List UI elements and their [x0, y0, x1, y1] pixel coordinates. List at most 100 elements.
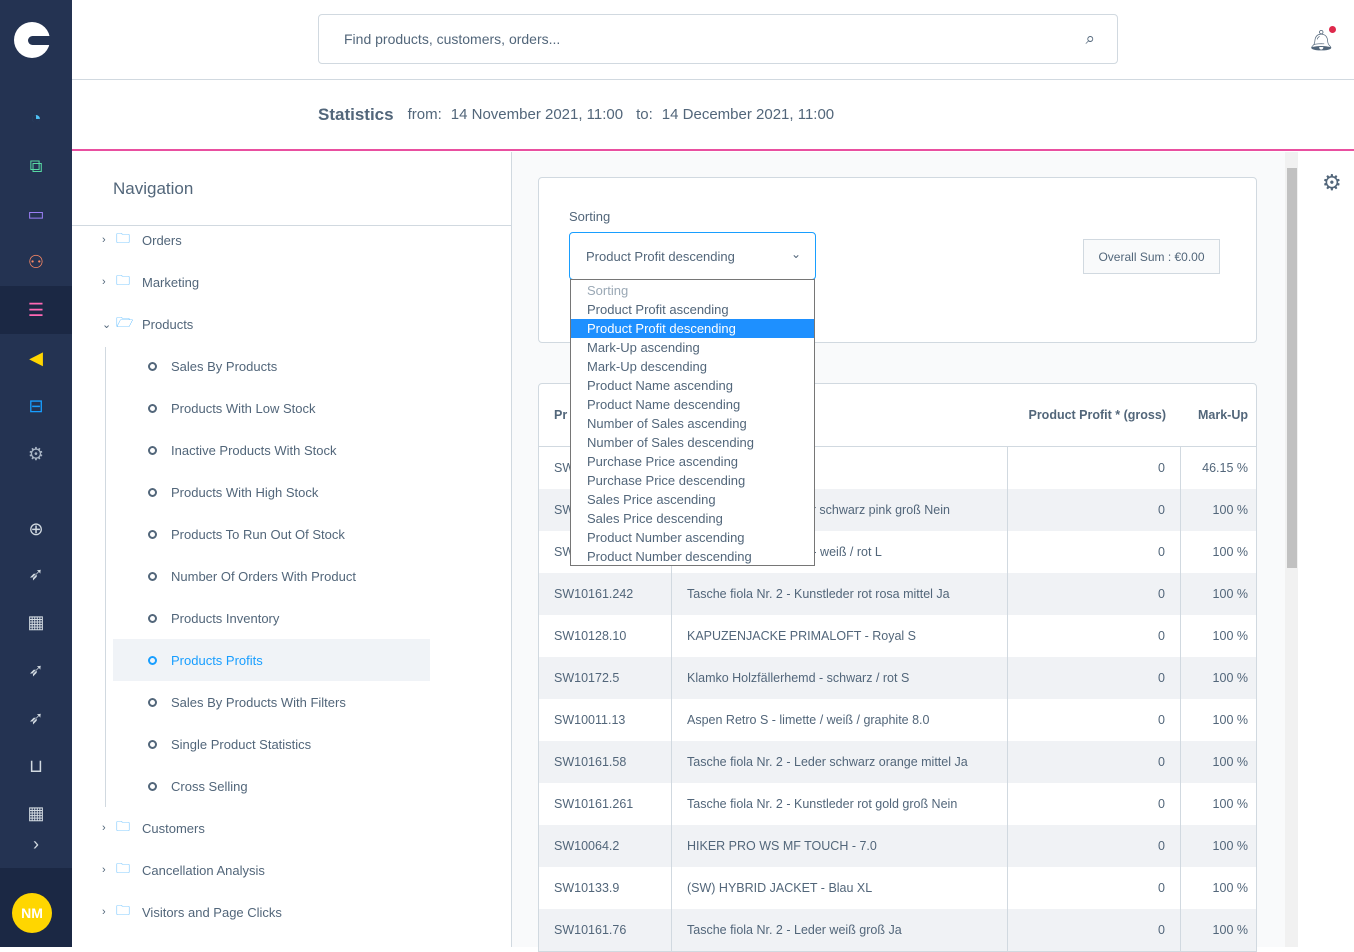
expand-icon[interactable]: › — [0, 826, 72, 862]
nav-subitem[interactable]: Cross Selling — [113, 765, 430, 807]
sorting-option[interactable]: Number of Sales descending — [571, 433, 814, 452]
cell-product-number: SW10133.9 — [539, 867, 672, 909]
cell-mark-up: 100 % — [1212, 839, 1248, 853]
notification-bell-icon[interactable]: 🔔︎ — [1309, 26, 1337, 53]
scrollbar-thumb[interactable] — [1287, 168, 1297, 568]
table-row[interactable]: SW10161.76 Tasche fiola Nr. 2 - Leder wei… — [539, 909, 1256, 951]
table-row[interactable]: SW10161.58 Tasche fiola Nr. 2 - Leder sch… — [539, 741, 1256, 783]
folder-icon: 🗀 — [116, 230, 130, 246]
nav-marketing[interactable]: › 🗀 Marketing — [102, 261, 199, 303]
statistics-header: Statistics from: 14 November 2021, 11:00… — [72, 80, 1354, 151]
nav-products[interactable]: ⌄ 🗁 Products — [102, 303, 193, 345]
nav-subitem[interactable]: Products With Low Stock — [113, 387, 430, 429]
sidebar: ◔ ⧉ ▭ ⚇ ☰ ◀ ⊟ ⚙ ⊕ ➶ ▦ ➶ ➶ ⊔ ▦ › NM — [0, 0, 72, 947]
scrollbar[interactable] — [1285, 152, 1298, 947]
sorting-value: Product Profit descending — [586, 248, 735, 264]
sorting-option[interactable]: Number of Sales ascending — [571, 414, 814, 433]
cell-product-profit: 0 — [1008, 531, 1181, 573]
table-row[interactable]: SW10133.9 (SW) HYBRID JACKET - Blau XL 0 10… — [539, 867, 1256, 909]
settings-icon[interactable]: ⚙ — [0, 436, 72, 472]
avatar[interactable]: NM — [12, 893, 52, 933]
cell-product-name: KAPUZENJACKE PRIMALOFT - Royal S — [672, 615, 1008, 657]
sorting-option[interactable]: Mark-Up ascending — [571, 338, 814, 357]
nav-subitem[interactable]: Sales By Products With Filters — [113, 681, 430, 723]
content-icon[interactable]: ☰ — [0, 286, 72, 334]
navigation-title: Navigation — [113, 179, 194, 198]
cell-product-name: (SW) HYBRID JACKET - Blau XL — [672, 867, 1008, 909]
extensions-icon[interactable]: ⊟ — [0, 388, 72, 424]
sorting-option[interactable]: Product Profit ascending — [571, 300, 814, 319]
cell-product-number: SW10161.242 — [539, 573, 672, 615]
sorting-dropdown[interactable]: Sorting Product Profit ascending Product P… — [570, 279, 815, 566]
tree-line — [105, 347, 106, 807]
nav-orders[interactable]: › 🗀 Orders — [102, 219, 182, 261]
search-input[interactable]: Find products, customers, orders... ⌕ — [318, 14, 1118, 64]
nav-subitem-label: Inactive Products With Stock — [171, 442, 337, 458]
sorting-option[interactable]: Sales Price descending — [571, 509, 814, 528]
nav-subitem-label: Cross Selling — [171, 778, 248, 794]
cell-mark-up: 100 % — [1212, 797, 1248, 811]
nav-subitem[interactable]: Products Inventory — [113, 597, 430, 639]
add-icon[interactable]: ⊕ — [0, 511, 72, 547]
nav-subitem[interactable]: Sales By Products — [113, 345, 430, 387]
nav-subitem[interactable]: Number Of Orders With Product — [113, 555, 430, 597]
marketing-icon[interactable]: ◀ — [0, 340, 72, 376]
nav-visitors[interactable]: › 🗀 Visitors and Page Clicks — [102, 891, 282, 933]
folder-icon: 🗀 — [116, 272, 130, 288]
table-row[interactable]: SW10161.261 Tasche fiola Nr. 2 - Kunstled… — [539, 783, 1256, 825]
cell-product-name: Tasche fiola Nr. 2 - Kunstleder rot gold… — [672, 783, 1008, 825]
cell-product-name: HIKER PRO WS MF TOUCH - 7.0 — [672, 825, 1008, 867]
sorting-option[interactable]: Mark-Up descending — [571, 357, 814, 376]
bullet-icon — [148, 361, 157, 371]
rocket-icon[interactable]: ➶ — [0, 556, 72, 592]
sorting-option[interactable]: Product Number ascending — [571, 528, 814, 547]
sorting-option[interactable]: Purchase Price descending — [571, 471, 814, 490]
search-icon[interactable]: ⌕ — [1085, 29, 1095, 49]
header-mark-up[interactable]: Mark-Up — [1181, 384, 1256, 446]
storefront-icon[interactable]: ▦ — [0, 604, 72, 640]
chevron-right-icon: › — [102, 864, 106, 876]
search-placeholder: Find products, customers, orders... — [344, 31, 561, 47]
orders-icon[interactable]: ▭ — [0, 196, 72, 232]
bullet-icon — [148, 529, 157, 539]
rocket-icon[interactable]: ➶ — [0, 652, 72, 688]
nav-subitem-label: Sales By Products — [171, 358, 278, 374]
sorting-option[interactable]: Product Number descending — [571, 547, 814, 566]
sorting-option[interactable]: Product Profit descending — [571, 319, 814, 338]
nav-subitem[interactable]: Products With High Stock — [113, 471, 430, 513]
sorting-option[interactable]: Purchase Price ascending — [571, 452, 814, 471]
sorting-option[interactable]: Product Name descending — [571, 395, 814, 414]
basket-icon[interactable]: ⊔ — [0, 748, 72, 784]
sorting-select[interactable]: Product Profit descending ⌄ — [569, 232, 816, 280]
chevron-down-icon: ⌄ — [790, 247, 801, 261]
nav-label: Customers — [142, 820, 205, 836]
cell-mark-up: 100 % — [1212, 755, 1248, 769]
sorting-option[interactable]: Sorting — [571, 281, 814, 300]
settings-gear-icon[interactable]: ⚙ — [1322, 170, 1342, 196]
table-row[interactable]: SW10161.242 Tasche fiola Nr. 2 - Kunstled… — [539, 573, 1256, 615]
bullet-icon — [148, 697, 157, 707]
dashboard-icon[interactable]: ◔ — [0, 100, 72, 136]
nav-cancellation-analysis[interactable]: › 🗀 Cancellation Analysis — [102, 849, 265, 891]
rocket-icon[interactable]: ➶ — [0, 700, 72, 736]
table-row[interactable]: SW10011.13 Aspen Retro S - limette / weiß… — [539, 699, 1256, 741]
nav-subitem[interactable]: Single Product Statistics — [113, 723, 430, 765]
cell-product-number: SW10128.10 — [539, 615, 672, 657]
table-row[interactable]: SW10128.10 KAPUZENJACKE PRIMALOFT - Royal… — [539, 615, 1256, 657]
bullet-icon — [148, 739, 157, 749]
sorting-option[interactable]: Product Name ascending — [571, 376, 814, 395]
cell-product-profit: 0 — [1008, 783, 1181, 825]
header-product-profit[interactable]: Product Profit * (gross) — [1008, 384, 1181, 446]
bullet-icon — [148, 655, 157, 665]
nav-subitem[interactable]: Inactive Products With Stock — [113, 429, 430, 471]
table-row[interactable]: SW10172.5 Klamko Holzfällerhemd - schwarz… — [539, 657, 1256, 699]
shopware-logo[interactable] — [14, 22, 50, 58]
cell-product-name: Tasche fiola Nr. 2 - Leder schwarz orang… — [672, 741, 1008, 783]
nav-customers[interactable]: › 🗀 Customers — [102, 807, 205, 849]
nav-subitem[interactable]: Products Profits — [113, 639, 430, 681]
nav-subitem[interactable]: Products To Run Out Of Stock — [113, 513, 430, 555]
table-row[interactable]: SW10064.2 HIKER PRO WS MF TOUCH - 7.0 0 100… — [539, 825, 1256, 867]
sorting-option[interactable]: Sales Price ascending — [571, 490, 814, 509]
customers-icon[interactable]: ⚇ — [0, 244, 72, 280]
catalogues-icon[interactable]: ⧉ — [0, 148, 72, 184]
